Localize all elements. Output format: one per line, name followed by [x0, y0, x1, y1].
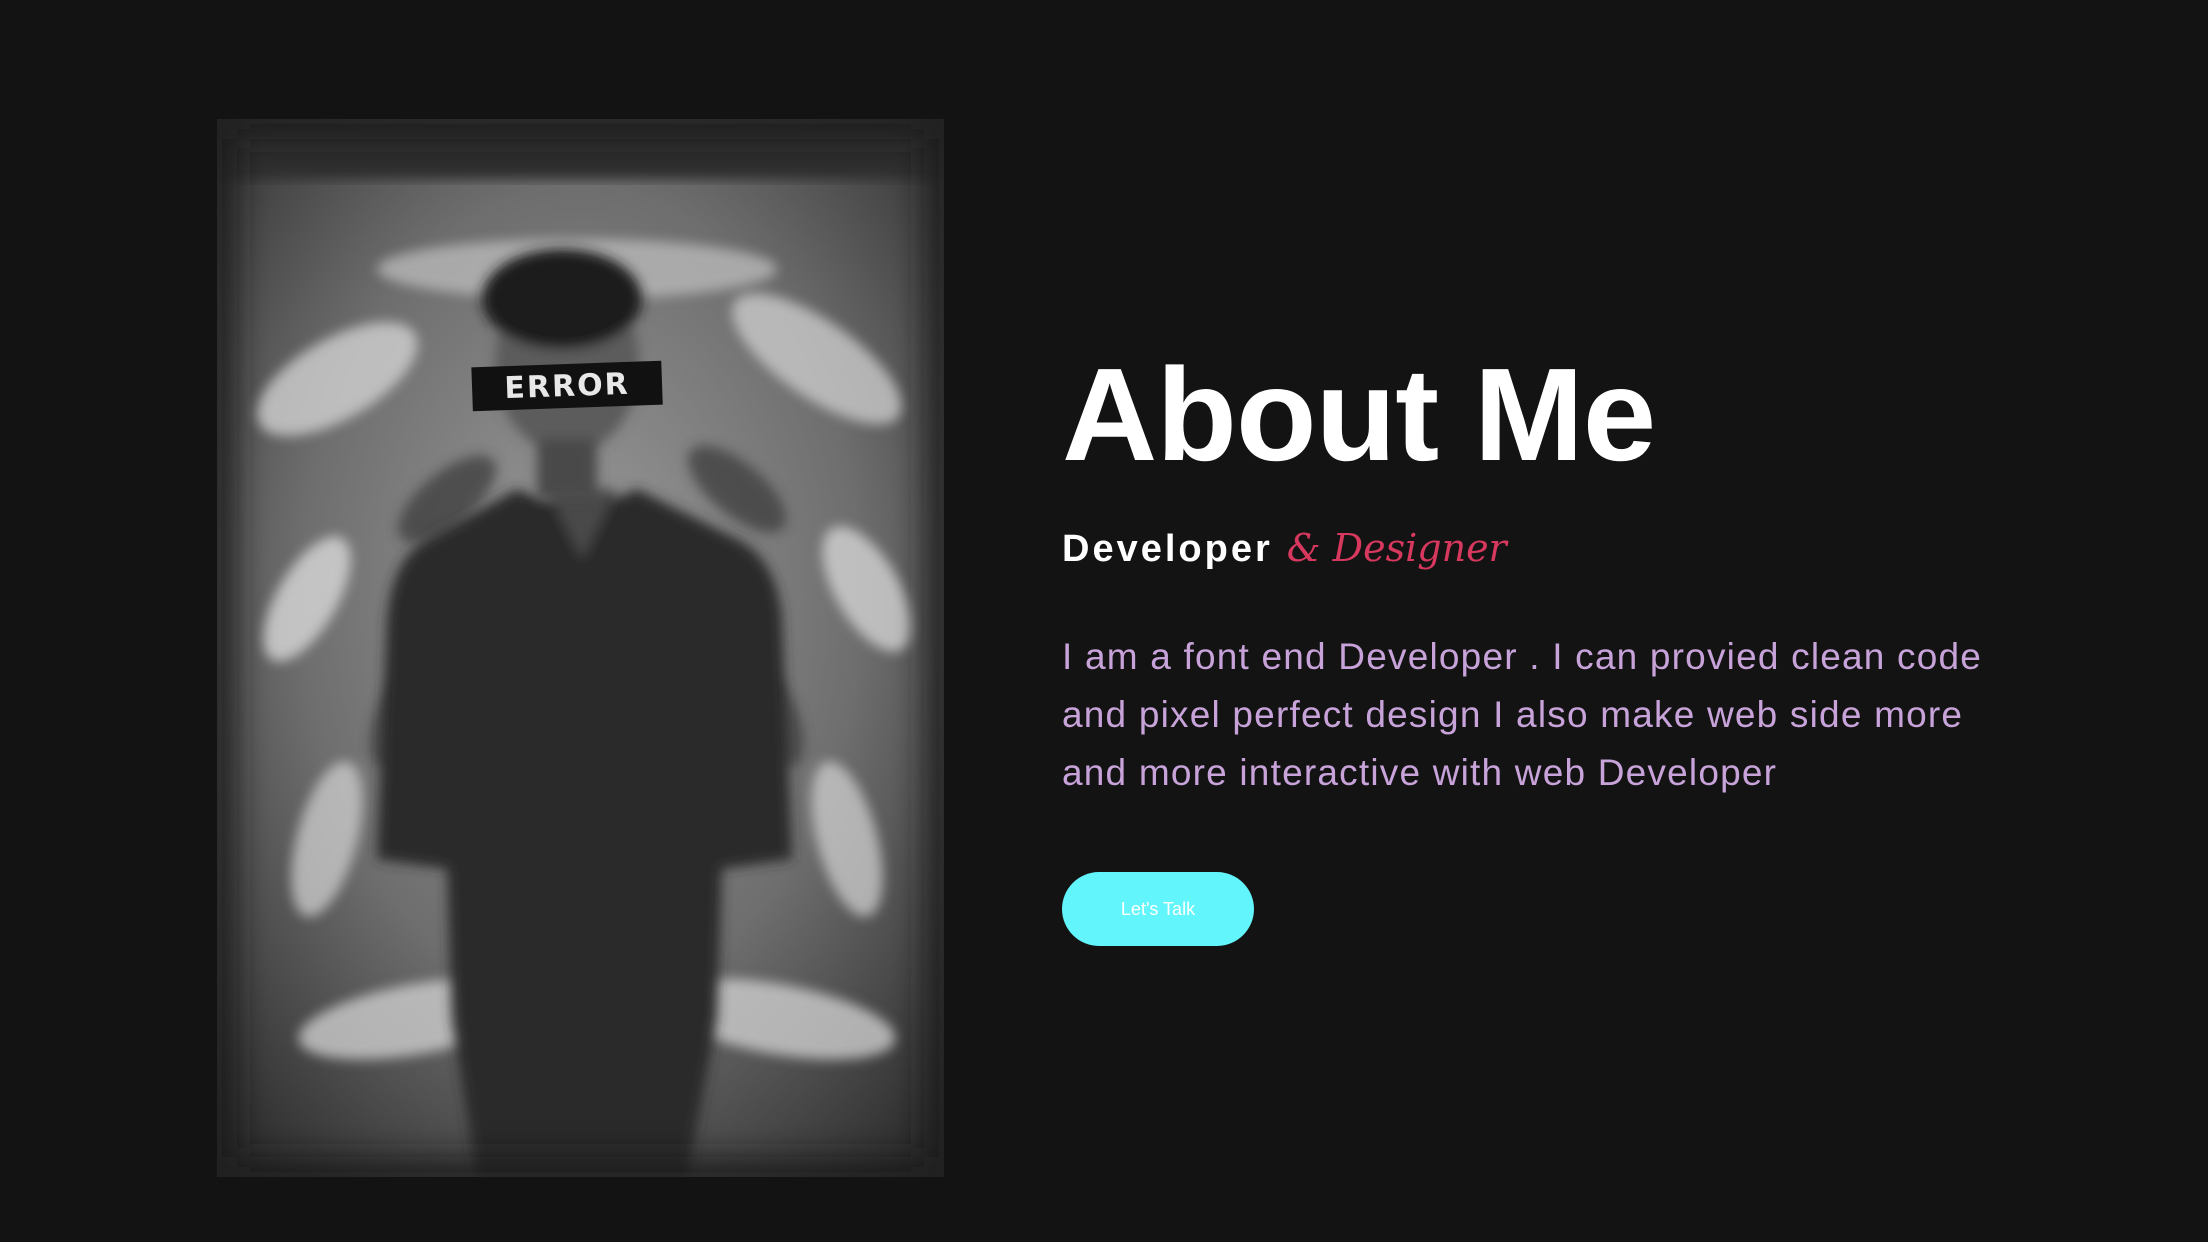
subtitle-role: Developer [1062, 528, 1273, 570]
photo-overlay-text: ERROR [504, 367, 630, 406]
profile-photo-graphic: ERROR [217, 119, 944, 1177]
profile-photo: ERROR [217, 119, 944, 1177]
subtitle: Developer & Designer [1062, 526, 2062, 586]
lets-talk-button[interactable]: Let's Talk [1062, 872, 1254, 946]
page-title: About Me [1062, 341, 1656, 488]
about-section: ERROR About Me Developer & Designer I am … [0, 0, 2208, 1242]
about-content: About Me Developer & Designer I am a font… [1062, 340, 2062, 946]
subtitle-accent: & Designer [1286, 526, 1507, 570]
bio-text: I am a font end Developer . I can provie… [1062, 636, 1983, 793]
